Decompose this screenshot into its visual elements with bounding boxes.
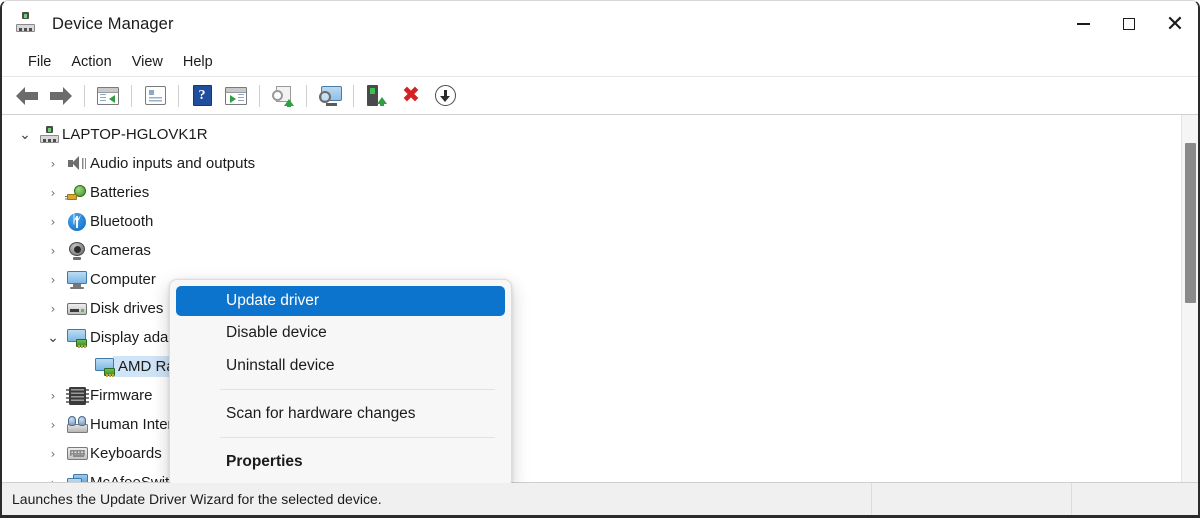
display-adapter-icon (92, 357, 118, 377)
download-icon (434, 85, 456, 106)
update-driver-icon (272, 85, 294, 107)
device-manager-window: Device Manager ✕ File Action View Help ? (0, 0, 1200, 518)
tree-node[interactable]: › Cameras (2, 236, 1181, 265)
chevron-right-icon[interactable]: › (42, 447, 64, 461)
properties-button[interactable] (138, 81, 172, 111)
tree-node-label: Disk drives (90, 300, 164, 317)
help-button[interactable]: ? (185, 81, 219, 111)
disk-drive-icon (64, 302, 90, 315)
status-cell-2 (872, 482, 1072, 515)
action-pane-icon (225, 86, 247, 105)
window-controls: ✕ (1060, 1, 1198, 47)
tree-node-label: LAPTOP-HGLOVK1R (62, 126, 208, 143)
toolbar-separator (306, 84, 307, 107)
tree-node[interactable]: › Batteries (2, 178, 1181, 207)
chevron-right-icon[interactable]: › (42, 389, 64, 403)
scrollbar-thumb[interactable] (1185, 143, 1196, 303)
tree-node[interactable]: › Bluetooth (2, 207, 1181, 236)
tree-node[interactable]: › Audio inputs and outputs (2, 149, 1181, 178)
context-menu-item-scan-for-hardware-changes[interactable]: Scan for hardware changes (176, 397, 505, 430)
download-button[interactable] (428, 81, 462, 111)
tree-node-label: Keyboards (90, 445, 162, 462)
vertical-scrollbar[interactable] (1181, 115, 1198, 483)
enable-device-icon (367, 85, 387, 106)
context-menu-item-properties[interactable]: Properties (176, 445, 505, 478)
toolbar-separator (178, 84, 179, 107)
display-adapter-icon (64, 328, 90, 348)
chevron-right-icon[interactable]: › (42, 244, 64, 258)
context-menu: Update driver Disable device Uninstall d… (169, 279, 512, 483)
camera-icon (64, 241, 90, 260)
chevron-down-icon[interactable]: ⌄ (14, 127, 36, 143)
enable-device-button[interactable] (360, 81, 394, 111)
firmware-icon (64, 386, 90, 405)
update-driver-button[interactable] (266, 81, 300, 111)
context-menu-separator (220, 389, 495, 390)
monitor-icon (64, 270, 90, 289)
minimize-icon (1076, 23, 1090, 25)
uninstall-device-icon: ✖ (401, 82, 421, 108)
scan-hardware-icon (318, 85, 342, 106)
battery-icon (64, 184, 90, 202)
window-title: Device Manager (52, 14, 174, 33)
menu-file[interactable]: File (18, 51, 61, 73)
tree-node[interactable]: ⌄ LAPTOP-HGLOVK1R (2, 120, 1181, 149)
back-button[interactable] (10, 81, 44, 111)
context-menu-item-update-driver[interactable]: Update driver (176, 286, 505, 316)
keyboard-icon (64, 447, 90, 460)
chevron-down-icon[interactable]: ⌄ (42, 330, 64, 346)
tree-node-label: Firmware (90, 387, 153, 404)
arrow-left-icon (16, 87, 38, 105)
menu-help[interactable]: Help (173, 51, 223, 73)
chevron-right-icon[interactable]: › (42, 302, 64, 316)
maximize-icon (1123, 18, 1135, 30)
context-menu-item-uninstall-device[interactable]: Uninstall device (176, 349, 505, 382)
tree-node-label: Audio inputs and outputs (90, 155, 256, 172)
chevron-right-icon[interactable]: › (42, 273, 64, 287)
toolbar-separator (131, 84, 132, 107)
toolbar-separator (353, 84, 354, 107)
status-bar: Launches the Update Driver Wizard for th… (2, 482, 1198, 515)
close-button[interactable]: ✕ (1152, 1, 1198, 47)
console-tree-icon (97, 86, 119, 105)
computer-icon (36, 126, 62, 143)
chevron-right-icon[interactable]: › (42, 215, 64, 229)
minimize-button[interactable] (1060, 1, 1106, 47)
close-icon: ✕ (1165, 11, 1185, 36)
toolbar-separator (84, 84, 85, 107)
toolbar-separator (259, 84, 260, 107)
chevron-right-icon[interactable]: › (42, 157, 64, 171)
chevron-right-icon[interactable]: › (42, 418, 64, 432)
tree-node-label: Batteries (90, 184, 150, 201)
device-manager-icon (16, 12, 40, 36)
show-hide-action-pane-button[interactable] (219, 81, 253, 111)
arrow-right-icon (50, 86, 72, 105)
maximize-button[interactable] (1106, 1, 1152, 47)
status-message: Launches the Update Driver Wizard for th… (2, 482, 872, 515)
bluetooth-icon (64, 212, 90, 231)
tree-node-label: Computer (90, 271, 156, 288)
hid-icon (64, 416, 90, 433)
tree-node-label: Cameras (90, 242, 151, 259)
context-menu-separator (220, 437, 495, 438)
chevron-right-icon[interactable]: › (42, 186, 64, 200)
menu-action[interactable]: Action (61, 51, 121, 73)
device-tree-panel: ⌄ LAPTOP-HGLOVK1R › Audio inputs and output… (2, 115, 1198, 483)
title-bar: Device Manager ✕ (2, 1, 1198, 47)
show-hide-console-tree-button[interactable] (91, 81, 125, 111)
tree-node-label: Bluetooth (90, 213, 154, 230)
uninstall-device-button[interactable]: ✖ (394, 81, 428, 111)
context-menu-item-disable-device[interactable]: Disable device (176, 316, 505, 349)
help-icon: ? (192, 85, 212, 106)
properties-icon (144, 86, 166, 105)
toolbar: ? ✖ (2, 77, 1198, 115)
forward-button[interactable] (44, 81, 78, 111)
menu-view[interactable]: View (122, 51, 173, 73)
menu-bar: File Action View Help (2, 47, 1198, 77)
status-cell-3 (1072, 483, 1198, 516)
scan-for-hardware-changes-button[interactable] (313, 81, 347, 111)
speaker-icon (64, 155, 90, 172)
